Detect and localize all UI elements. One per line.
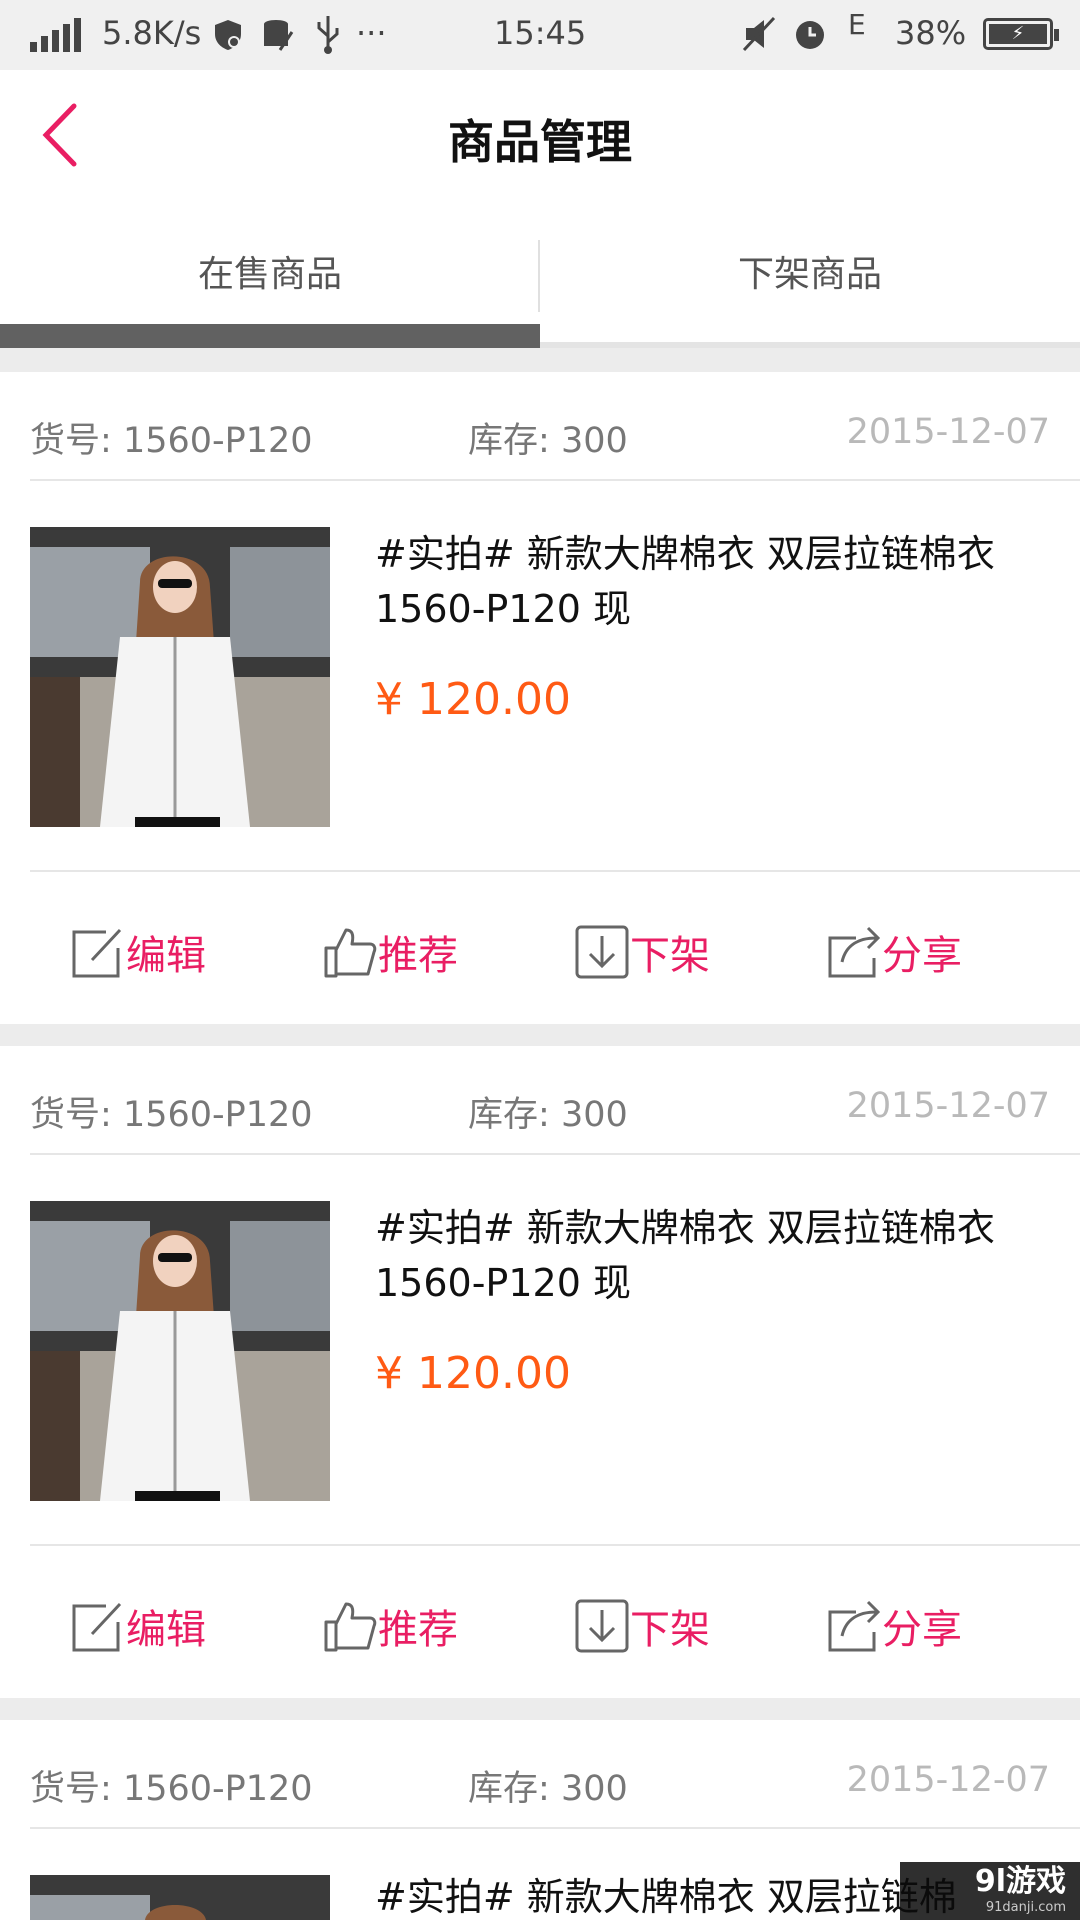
share-label: 分享 <box>882 933 962 979</box>
sku: 货号: 1560-P120 <box>30 1760 313 1811</box>
stock-value: 300 <box>560 421 628 461</box>
share-button[interactable]: 分享 <box>826 1586 962 1666</box>
divider <box>30 1827 1080 1829</box>
download-icon <box>575 1599 629 1653</box>
sku-label: 货号: <box>30 1095 112 1135</box>
battery-percent: 38% <box>895 14 967 52</box>
product-card: 货号: 1560-P120 库存: 300 2015-12-07 #实拍# 新款… <box>0 372 1080 1024</box>
edit-button[interactable]: 编辑 <box>70 912 206 992</box>
tab-off-shelf[interactable]: 下架商品 <box>540 200 1080 348</box>
network-speed: 5.8K/s <box>102 14 202 52</box>
battery-icon: ⚡ <box>983 18 1059 50</box>
recommend-button[interactable]: 推荐 <box>322 1586 458 1666</box>
delist-label: 下架 <box>630 933 710 979</box>
divider <box>30 1544 1080 1546</box>
product-image[interactable] <box>30 1201 330 1501</box>
listing-date: 2015-12-07 <box>846 1086 1050 1126</box>
product-name[interactable]: #实拍# 新款大牌棉衣 双层拉链棉衣 1560-P120 现 <box>375 1201 1015 1311</box>
signal-icon <box>30 18 82 52</box>
thumbs-up-icon <box>324 1602 377 1652</box>
watermark-logo: 9l游戏 91danji.com <box>900 1862 1080 1920</box>
download-icon <box>575 925 629 979</box>
tab-underline <box>540 342 1080 348</box>
sku: 货号: 1560-P120 <box>30 1086 313 1137</box>
header: 商品管理 <box>0 70 1080 200</box>
listing-date: 2015-12-07 <box>846 1760 1050 1800</box>
stock-value: 300 <box>560 1095 628 1135</box>
action-bar: 编辑 推荐 下架 分享 <box>0 912 1080 992</box>
delist-button[interactable]: 下架 <box>574 1586 710 1666</box>
edit-button[interactable]: 编辑 <box>70 1586 206 1666</box>
delist-button[interactable]: 下架 <box>574 912 710 992</box>
stock: 库存: 300 <box>468 1086 628 1137</box>
edit-icon <box>72 1602 122 1652</box>
delist-label: 下架 <box>630 1607 710 1653</box>
product-photo <box>30 1875 330 1920</box>
stock-label: 库存: <box>468 1095 550 1135</box>
recommend-label: 推荐 <box>378 1607 458 1653</box>
sku-value: 1560-P120 <box>122 421 313 461</box>
product-price: ¥ 120.00 <box>375 674 571 725</box>
stock: 库存: 300 <box>468 412 628 463</box>
sku-value: 1560-P120 <box>122 1095 313 1135</box>
sku-value: 1560-P120 <box>122 1769 313 1809</box>
recommend-label: 推荐 <box>378 933 458 979</box>
tab-indicator <box>0 324 540 348</box>
product-card: 货号: 1560-P120 库存: 300 2015-12-07 #实拍# 新款… <box>0 1046 1080 1698</box>
product-image[interactable] <box>30 527 330 827</box>
share-button[interactable]: 分享 <box>826 912 962 992</box>
stock-label: 库存: <box>468 421 550 461</box>
more-dots: ··· <box>356 14 387 52</box>
divider <box>30 1153 1080 1155</box>
sku: 货号: 1560-P120 <box>30 412 313 463</box>
recommend-button[interactable]: 推荐 <box>322 912 458 992</box>
usb-icon <box>317 16 339 54</box>
stock-value: 300 <box>560 1769 628 1809</box>
status-bar: 5.8K/s ··· 15:45 E 38% ⚡ <box>0 0 1080 70</box>
network-type: E <box>848 8 866 41</box>
listing-date: 2015-12-07 <box>846 412 1050 452</box>
share-icon <box>828 926 881 978</box>
mute-icon <box>742 16 776 52</box>
action-bar: 编辑 推荐 下架 分享 <box>0 1586 1080 1666</box>
divider <box>30 479 1080 481</box>
edit-label: 编辑 <box>126 933 206 979</box>
thumbs-up-icon <box>324 928 377 978</box>
divider <box>30 870 1080 872</box>
page-title: 商品管理 <box>448 115 632 169</box>
sku-label: 货号: <box>30 1769 112 1809</box>
shield-icon <box>215 20 241 50</box>
sku-label: 货号: <box>30 421 112 461</box>
alarm-icon <box>796 21 824 49</box>
share-label: 分享 <box>882 1607 962 1653</box>
clock: 15:45 <box>494 14 587 52</box>
edit-icon <box>72 928 122 978</box>
edit-label: 编辑 <box>126 1607 206 1653</box>
product-photo <box>30 527 330 827</box>
product-name[interactable]: #实拍# 新款大牌棉衣 双层拉链棉衣 1560-P120 现 <box>375 527 1015 637</box>
tab-bar: 在售商品 下架商品 <box>0 200 1080 348</box>
stock: 库存: 300 <box>468 1760 628 1811</box>
stock-label: 库存: <box>468 1769 550 1809</box>
watermark-site: 91danji.com <box>985 1900 1066 1915</box>
share-icon <box>828 1600 881 1652</box>
watermark-text: 9l游戏 <box>974 1864 1066 1899</box>
product-photo <box>30 1201 330 1501</box>
storage-icon <box>264 20 294 51</box>
product-price: ¥ 120.00 <box>375 1348 571 1399</box>
product-image[interactable] <box>30 1875 330 1920</box>
